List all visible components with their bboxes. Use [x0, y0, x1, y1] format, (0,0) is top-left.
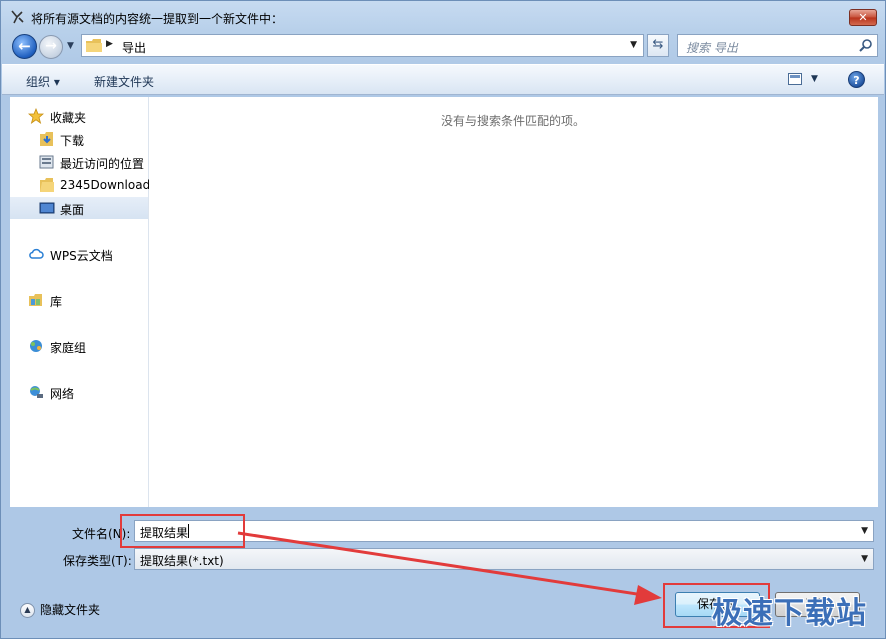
recent-places-icon — [39, 155, 54, 169]
recent-pages-dropdown[interactable]: ▼ — [67, 41, 74, 51]
close-button[interactable]: ✕ — [849, 9, 877, 26]
help-button[interactable]: ? — [848, 71, 865, 88]
navigation-pane: 收藏夹 下载 最近访问的位置 2345Downloads 桌面 WPS云文档 库… — [10, 97, 156, 507]
nav-network[interactable]: 网络 — [10, 381, 148, 403]
nav-item-label: 最近访问的位置 — [60, 157, 145, 171]
arrow-left-icon: ← — [18, 37, 31, 55]
refresh-icon: ⇆ — [652, 37, 664, 52]
folder-icon — [86, 39, 102, 52]
chevron-down-icon[interactable]: ▼ — [861, 554, 868, 564]
search-input[interactable]: 搜索 导出 — [677, 34, 878, 57]
nav-item-2345downloads[interactable]: 2345Downloads — [10, 174, 156, 196]
nav-favorites[interactable]: 收藏夹 — [10, 105, 148, 127]
download-folder-icon — [40, 132, 53, 146]
nav-favorites-label: 收藏夹 — [50, 111, 87, 125]
chevron-up-icon: ▲ — [20, 603, 35, 618]
folder-icon — [40, 178, 54, 192]
chevron-right-icon[interactable]: ▶ — [106, 39, 113, 49]
new-folder-button[interactable]: 新建文件夹 — [94, 73, 154, 90]
desktop-icon — [39, 202, 55, 214]
empty-message: 没有与搜索条件匹配的项。 — [441, 114, 586, 128]
back-button[interactable]: ← — [12, 34, 37, 59]
nav-library[interactable]: 库 — [10, 289, 148, 311]
cloud-icon — [29, 248, 44, 259]
address-bar[interactable]: ▶ 导出 ▼ — [81, 34, 644, 57]
nav-wps-cloud[interactable]: WPS云文档 — [10, 243, 148, 265]
star-icon — [28, 108, 44, 124]
filetype-select[interactable]: 提取结果(*.txt) ▼ — [134, 548, 874, 570]
chevron-down-icon[interactable]: ▼ — [861, 526, 868, 536]
file-list-pane[interactable]: 没有与搜索条件匹配的项。 — [149, 97, 878, 507]
arrow-right-icon: → — [45, 38, 57, 54]
nav-network-label: 网络 — [50, 387, 75, 401]
nav-item-label: 桌面 — [60, 203, 85, 217]
breadcrumb[interactable]: 导出 — [122, 39, 146, 56]
homegroup-icon — [30, 340, 42, 352]
chevron-down-icon[interactable]: ▼ — [811, 74, 818, 84]
library-icon — [29, 294, 42, 306]
watermark-logo: 极速下载站 — [712, 596, 867, 631]
chevron-down-icon[interactable]: ▼ — [630, 40, 637, 50]
hide-folders-toggle[interactable]: ▲ 隐藏文件夹 — [20, 601, 100, 618]
title-bar: 将所有源文档的内容统一提取到一个新文件中： ✕ — [1, 1, 885, 31]
search-placeholder: 搜索 导出 — [686, 41, 738, 55]
filetype-value: 提取结果(*.txt) — [140, 554, 224, 568]
search-icon[interactable] — [858, 38, 873, 53]
forward-button[interactable]: → — [39, 35, 63, 59]
hide-folders-label: 隐藏文件夹 — [40, 603, 101, 617]
nav-library-label: 库 — [50, 295, 63, 309]
nav-item-downloads[interactable]: 下载 — [10, 128, 148, 150]
view-options-icon[interactable] — [788, 73, 802, 85]
filetype-label: 保存类型(T): — [63, 554, 132, 568]
refresh-button[interactable]: ⇆ — [647, 34, 669, 57]
window-title: 将所有源文档的内容统一提取到一个新文件中： — [31, 12, 284, 26]
highlight-filename — [120, 514, 245, 548]
network-icon — [30, 386, 43, 398]
app-icon — [11, 10, 24, 24]
organize-menu[interactable]: 组织 ▾ — [26, 73, 60, 90]
nav-item-label: 下载 — [60, 134, 85, 148]
nav-homegroup-label: 家庭组 — [50, 341, 87, 355]
address-row: ← → ▼ ▶ 导出 ▼ ⇆ 搜索 导出 — [1, 31, 885, 61]
nav-item-label: 2345Downloads — [60, 178, 157, 192]
nav-item-desktop[interactable]: 桌面 — [10, 197, 148, 219]
nav-homegroup[interactable]: 家庭组 — [10, 335, 148, 357]
command-toolbar: 组织 ▾ 新建文件夹 ▼ ? — [2, 64, 884, 95]
filename-field[interactable]: 提取结果 ▼ — [134, 520, 874, 542]
nav-wps-label: WPS云文档 — [50, 249, 113, 263]
nav-item-recent[interactable]: 最近访问的位置 — [10, 151, 148, 173]
